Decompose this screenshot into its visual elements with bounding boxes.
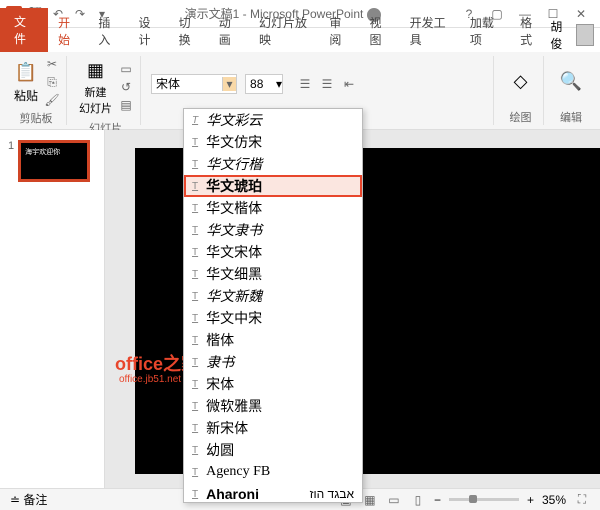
shapes-icon: ◇ (509, 70, 533, 94)
tab-animations[interactable]: 动画 (209, 10, 249, 52)
tab-addins[interactable]: 加载项 (460, 10, 510, 52)
font-item[interactable]: T微软雅黑 (184, 395, 362, 417)
font-item[interactable]: T新宋体 (184, 417, 362, 439)
font-item[interactable]: T楷体 (184, 329, 362, 351)
section-icon[interactable]: ▤ (118, 97, 134, 113)
format-painter-icon[interactable]: 🖌 (44, 92, 60, 108)
tab-format[interactable]: 格式 (510, 10, 550, 52)
ribbon-tabs: 文件 开始 插入 设计 切换 动画 幻灯片放映 审阅 视图 开发工具 加载项 格… (0, 28, 600, 52)
font-item[interactable]: T华文宋体 (184, 241, 362, 263)
group-label: 剪贴板 (20, 108, 53, 126)
watermark-sub: office.jb51.net (119, 374, 181, 385)
tab-review[interactable]: 审阅 (319, 10, 359, 52)
clipboard-icon: 📋 (14, 61, 38, 85)
font-size-input[interactable] (246, 77, 276, 91)
new-slide-icon: ▦ (84, 58, 108, 82)
font-item[interactable]: T华文楷体 (184, 197, 362, 219)
zoom-out-icon[interactable]: − (434, 493, 441, 507)
copy-icon[interactable]: ⎘ (44, 74, 60, 90)
font-item[interactable]: TAgency FB (184, 461, 362, 483)
tab-developer[interactable]: 开发工具 (400, 10, 460, 52)
indent-icon[interactable]: ⇤ (341, 76, 357, 92)
font-item[interactable]: T华文彩云 (184, 109, 362, 131)
fit-window-icon[interactable]: ⛶ (574, 492, 590, 508)
numbering-icon[interactable]: ☰ (319, 76, 335, 92)
new-slide-button[interactable]: ▦ 新建 幻灯片 (77, 56, 114, 118)
font-item[interactable]: T华文中宋 (184, 307, 362, 329)
slide-number: 1 (8, 140, 14, 182)
font-item[interactable]: T幼圆 (184, 439, 362, 461)
font-item[interactable]: T华文行楷 (184, 153, 362, 175)
group-clipboard: 📋 粘贴 ✂ ⎘ 🖌 剪贴板 (6, 56, 67, 125)
cut-icon[interactable]: ✂ (44, 56, 60, 72)
group-slides: ▦ 新建 幻灯片 ▭ ↺ ▤ 幻灯片 (71, 56, 141, 125)
tab-home[interactable]: 开始 (48, 10, 88, 52)
font-item[interactable]: TAharoniאבגד הוז (184, 483, 362, 503)
font-item-selected[interactable]: T华文琥珀 (184, 175, 362, 197)
tab-insert[interactable]: 插入 (88, 10, 128, 52)
font-item[interactable]: T华文新魏 (184, 285, 362, 307)
group-editing: 🔍 编辑 (548, 56, 594, 125)
avatar[interactable] (576, 24, 594, 46)
slide-panel: 1 海宇欢迎你 (0, 130, 105, 504)
view-slideshow-icon[interactable]: ▯ (410, 492, 426, 508)
zoom-level[interactable]: 35% (542, 493, 566, 507)
zoom-slider[interactable] (449, 498, 519, 501)
tab-slideshow[interactable]: 幻灯片放映 (249, 10, 319, 52)
reset-icon[interactable]: ↺ (118, 79, 134, 95)
font-name-input[interactable] (152, 77, 222, 91)
notes-button[interactable]: ≐ 备注 (10, 491, 47, 508)
zoom-in-icon[interactable]: + (527, 493, 534, 507)
font-name-combo[interactable]: ▾ (151, 74, 237, 94)
font-dropdown-icon[interactable]: ▾ (222, 77, 236, 91)
group-drawing: ◇ 绘图 (498, 56, 544, 125)
font-item[interactable]: T华文细黑 (184, 263, 362, 285)
tab-file[interactable]: 文件 (0, 8, 48, 52)
font-item[interactable]: T隶书 (184, 351, 362, 373)
tab-transitions[interactable]: 切换 (169, 10, 209, 52)
group-label: 编辑 (560, 107, 582, 125)
find-button[interactable]: 🔍 (557, 68, 585, 96)
bullets-icon[interactable]: ☰ (297, 76, 313, 92)
view-sorter-icon[interactable]: ▦ (362, 492, 378, 508)
find-icon: 🔍 (559, 70, 583, 94)
paste-button[interactable]: 📋 粘贴 (12, 59, 40, 106)
slide-thumbnail[interactable]: 海宇欢迎你 (18, 140, 90, 182)
drawing-button[interactable]: ◇ (507, 68, 535, 96)
layout-icon[interactable]: ▭ (118, 61, 134, 77)
font-item[interactable]: T华文隶书 (184, 219, 362, 241)
tab-design[interactable]: 设计 (128, 10, 168, 52)
view-reading-icon[interactable]: ▭ (386, 492, 402, 508)
font-dropdown-list[interactable]: T华文彩云 T华文仿宋 T华文行楷 T华文琥珀 T华文楷体 T华文隶书 T华文宋… (183, 108, 363, 503)
tab-view[interactable]: 视图 (359, 10, 399, 52)
username[interactable]: 胡俊 (550, 18, 569, 52)
size-dropdown-icon[interactable]: ▾ (276, 77, 282, 91)
font-item[interactable]: T华文仿宋 (184, 131, 362, 153)
font-size-combo[interactable]: ▾ (245, 74, 283, 94)
group-label: 绘图 (510, 107, 532, 125)
font-item[interactable]: T宋体 (184, 373, 362, 395)
